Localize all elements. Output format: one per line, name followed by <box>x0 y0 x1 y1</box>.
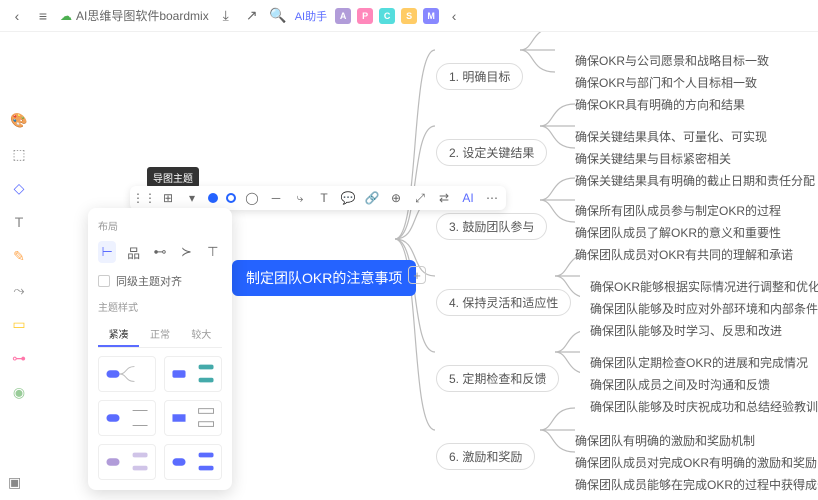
leaf-5-3[interactable]: 确保团队能够及时庆祝成功和总结经验教训 <box>590 398 818 415</box>
layout-label: 布局 <box>98 218 222 233</box>
layout-icon[interactable]: ⊞ <box>160 190 176 206</box>
style-label: 主题样式 <box>98 299 222 314</box>
branch-6[interactable]: 6. 激励和奖励 <box>436 443 535 470</box>
layout-right[interactable]: ⊢ <box>98 241 116 263</box>
cloud-icon: ☁ <box>60 9 72 23</box>
layout-fish[interactable]: ≻ <box>177 241 195 263</box>
expand-icon[interactable]: ⤢ <box>412 190 428 206</box>
leaf-5-2[interactable]: 确保团队成员之间及时沟通和反馈 <box>590 376 770 393</box>
leaf-3-2[interactable]: 确保团队成员了解OKR的意义和重要性 <box>575 224 781 241</box>
back-icon[interactable]: ‹ <box>8 7 26 25</box>
leaf-2-3[interactable]: 确保关键结果具有明确的截止日期和责任分配 <box>575 172 815 189</box>
share-icon[interactable]: ↗ <box>243 7 261 25</box>
align-option[interactable]: 同级主题对齐 <box>98 273 222 289</box>
chip-m[interactable]: M <box>423 8 439 24</box>
leaf-2-1[interactable]: 确保关键结果具体、可量化、可实现 <box>575 128 767 145</box>
export-icon[interactable]: ⤓ <box>217 7 235 25</box>
style-panel: 布局 ⊢ 品 ⊷ ≻ ⊤ 同级主题对齐 主题样式 紧凑 正常 较大 <box>88 208 232 490</box>
theme-4[interactable] <box>164 400 222 436</box>
add-node-button[interactable]: + <box>408 266 426 284</box>
chip-a[interactable]: A <box>335 8 351 24</box>
shuffle-icon[interactable]: ⇄ <box>436 190 452 206</box>
menu-icon[interactable]: ≡ <box>34 7 52 25</box>
theme-grid <box>98 356 222 480</box>
search-icon[interactable]: 🔍 <box>269 7 287 25</box>
size-tabs: 紧凑 正常 较大 <box>98 322 222 348</box>
line-icon[interactable]: ─ <box>268 190 284 206</box>
ai-badge[interactable]: AI助手 <box>295 8 327 24</box>
theme-2[interactable] <box>164 356 222 392</box>
context-toolbar: ⋮⋮ ⊞ ▾ ◯ ─ ⤷ T 💬 🔗 ⊕ ⤢ ⇄ AI ⋯ <box>130 186 506 210</box>
theme-1[interactable] <box>98 356 156 392</box>
align-label: 同级主题对齐 <box>116 273 182 289</box>
chip-s[interactable]: S <box>401 8 417 24</box>
branch-5[interactable]: 5. 定期检查和反馈 <box>436 365 559 392</box>
tooltip: 导图主题 <box>147 167 199 188</box>
branch-2[interactable]: 2. 设定关键结果 <box>436 139 547 166</box>
leaf-4-1[interactable]: 确保OKR能够根据实际情况进行调整和优化 <box>590 278 818 295</box>
leaf-1-2[interactable]: 确保OKR与部门和个人目标相一致 <box>575 74 757 91</box>
title-text: AI思维导图软件boardmix <box>76 7 209 24</box>
leaf-3-3[interactable]: 确保团队成员对OKR有共同的理解和承诺 <box>575 246 793 263</box>
layers-icon[interactable]: ▣ <box>8 474 26 492</box>
branch-icon[interactable]: ⤷ <box>292 190 308 206</box>
tab-normal[interactable]: 正常 <box>139 322 180 347</box>
branch-1[interactable]: 1. 明确目标 <box>436 63 523 90</box>
stroke-color[interactable] <box>226 193 236 203</box>
attachment-icon[interactable]: 🔗 <box>364 190 380 206</box>
comment-icon[interactable]: 💬 <box>340 190 356 206</box>
leaf-6-2[interactable]: 确保团队成员对完成OKR有明确的激励和奖励 <box>575 454 817 471</box>
insert-icon[interactable]: ⊕ <box>388 190 404 206</box>
shape-oval-icon[interactable]: ◯ <box>244 190 260 206</box>
layout-org[interactable]: ⊤ <box>204 241 222 263</box>
leaf-4-3[interactable]: 确保团队能够及时学习、反思和改进 <box>590 322 782 339</box>
branch-3[interactable]: 3. 鼓励团队参与 <box>436 213 547 240</box>
checkbox-icon[interactable] <box>98 275 110 287</box>
leaf-1-3[interactable]: 确保OKR具有明确的方向和结果 <box>575 96 745 113</box>
app-title: ☁ AI思维导图软件boardmix <box>60 7 209 24</box>
drag-handle-icon[interactable]: ⋮⋮ <box>136 190 152 206</box>
layout-tree[interactable]: 品 <box>124 241 142 263</box>
more-icon[interactable]: ⋯ <box>484 190 500 206</box>
help-icon[interactable]: ⋯ <box>792 474 810 492</box>
leaf-6-1[interactable]: 确保团队有明确的激励和奖励机制 <box>575 432 755 449</box>
ai-icon[interactable]: AI <box>460 190 476 206</box>
leaf-4-2[interactable]: 确保团队能够及时应对外部环境和内部条件的变化 <box>590 300 818 317</box>
text-style-icon[interactable]: T <box>316 190 332 206</box>
central-topic[interactable]: 制定团队OKR的注意事项 <box>232 260 416 296</box>
fill-color[interactable] <box>208 193 218 203</box>
tab-large[interactable]: 较大 <box>181 322 222 347</box>
chip-p[interactable]: P <box>357 8 373 24</box>
leaf-5-1[interactable]: 确保团队定期检查OKR的进展和完成情况 <box>590 354 808 371</box>
layout-logic[interactable]: ⊷ <box>151 241 169 263</box>
chevron-down-icon[interactable]: ▾ <box>184 190 200 206</box>
chevron-left-icon[interactable]: ‹ <box>445 7 463 25</box>
leaf-3-1[interactable]: 确保所有团队成员参与制定OKR的过程 <box>575 202 781 219</box>
topbar-right: A P C S M ‹ <box>335 7 463 25</box>
leaf-2-2[interactable]: 确保关键结果与目标紧密相关 <box>575 150 731 167</box>
layout-options: ⊢ 品 ⊷ ≻ ⊤ <box>98 241 222 263</box>
chip-c[interactable]: C <box>379 8 395 24</box>
leaf-1-1[interactable]: 确保OKR与公司愿景和战略目标一致 <box>575 52 769 69</box>
topbar: ‹ ≡ ☁ AI思维导图软件boardmix ⤓ ↗ 🔍 AI助手 A P C … <box>0 0 818 32</box>
theme-3[interactable] <box>98 400 156 436</box>
bottom-bar: ▣ ⋯ <box>8 474 810 492</box>
branch-4[interactable]: 4. 保持灵活和适应性 <box>436 289 571 316</box>
tab-compact[interactable]: 紧凑 <box>98 322 139 347</box>
